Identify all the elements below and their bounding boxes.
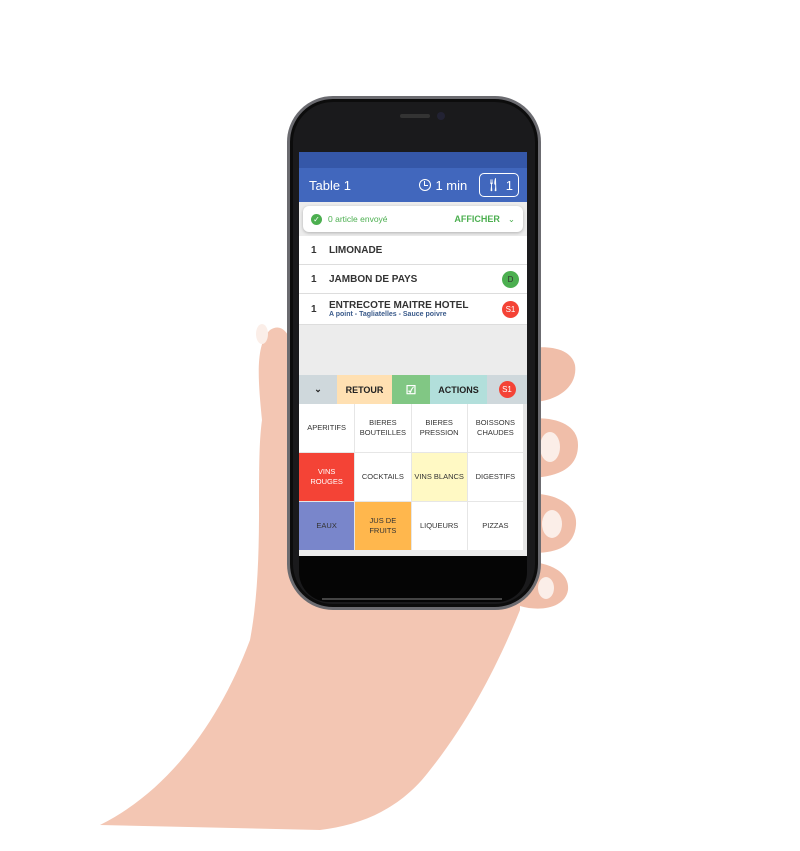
category-button[interactable]: BIERES PRESSION [411,404,467,452]
line-qty: 1 [311,303,317,315]
chevron-down-icon: ⌄ [314,384,322,394]
clipboard-check-button[interactable]: ☑ [392,375,430,404]
category-button[interactable]: APERITIFS [299,404,355,452]
category-button[interactable]: DIGESTIFS [467,453,523,501]
sent-message: 0 article envoyé [328,214,388,224]
timer-value: 1 min [435,177,468,193]
order-line[interactable]: 1 JAMBON DE PAYS D [299,265,527,294]
clipboard-check-icon: ☑ [405,382,417,397]
app-header: Table 1 1 min 🍴︎ 1 [299,168,527,202]
chevron-down-icon: ⌄ [507,213,515,224]
home-indicator [322,598,502,600]
covers-button[interactable]: 🍴︎ 1 [479,173,519,197]
retour-button[interactable]: RETOUR [337,375,392,404]
category-button[interactable]: COCKTAILS [355,453,411,501]
check-circle-icon: ✓ [311,213,322,225]
category-button[interactable]: LIQUEURS [411,502,467,550]
step-badge: S1 [502,300,519,318]
category-button[interactable]: PIZZAS [467,502,523,550]
category-button[interactable]: EAUX [299,502,355,550]
category-button[interactable]: VINS ROUGES [299,453,355,501]
clock-icon [419,179,432,191]
action-bar: ⌄ RETOUR ☑ ACTIONS S1 [299,375,527,404]
sent-items-bar[interactable]: ✓ 0 article envoyé AFFICHER ⌄ [303,206,523,232]
status-bar [299,152,527,168]
screen-bottom [299,556,527,602]
cutlery-icon: 🍴︎ [485,177,502,192]
line-detail: A point - Tagliatelles - Sauce poivre [329,311,447,318]
category-button[interactable]: BOISSONS CHAUDES [467,404,523,452]
line-qty: 1 [311,244,317,256]
actions-button[interactable]: ACTIONS [430,375,487,404]
show-button[interactable]: AFFICHER [454,214,500,224]
order-line[interactable]: 1 LIMONADE [299,236,527,265]
collapse-button[interactable]: ⌄ [299,375,337,404]
step-badge: S1 [498,381,516,398]
covers-count: 1 [505,177,513,193]
step-selector[interactable]: S1 [487,375,527,404]
order-line[interactable]: 1 ENTRECOTE MAITRE HOTEL A point - Taglia… [299,294,527,325]
empty-area [299,325,527,375]
speaker [400,114,430,118]
line-qty: 1 [311,273,317,285]
category-grid: APERITIFS BIERES BOUTEILLES BIERES PRESSIO… [299,404,527,550]
table-title: Table 1 [309,177,351,193]
category-button[interactable]: JUS DE FRUITS [355,502,411,550]
timer: 1 min [419,178,467,193]
line-name: JAMBON DE PAYS [329,273,418,285]
category-button[interactable]: VINS BLANCS [411,453,467,501]
category-button[interactable]: BIERES BOUTEILLES [355,404,411,452]
line-name: LIMONADE [329,244,383,256]
camera [437,112,445,120]
app-screen: Table 1 1 min 🍴︎ 1 ✓ 0 article envoyé AFF… [299,152,527,556]
step-badge: D [502,270,519,288]
line-name: ENTRECOTE MAITRE HOTEL [329,300,469,311]
